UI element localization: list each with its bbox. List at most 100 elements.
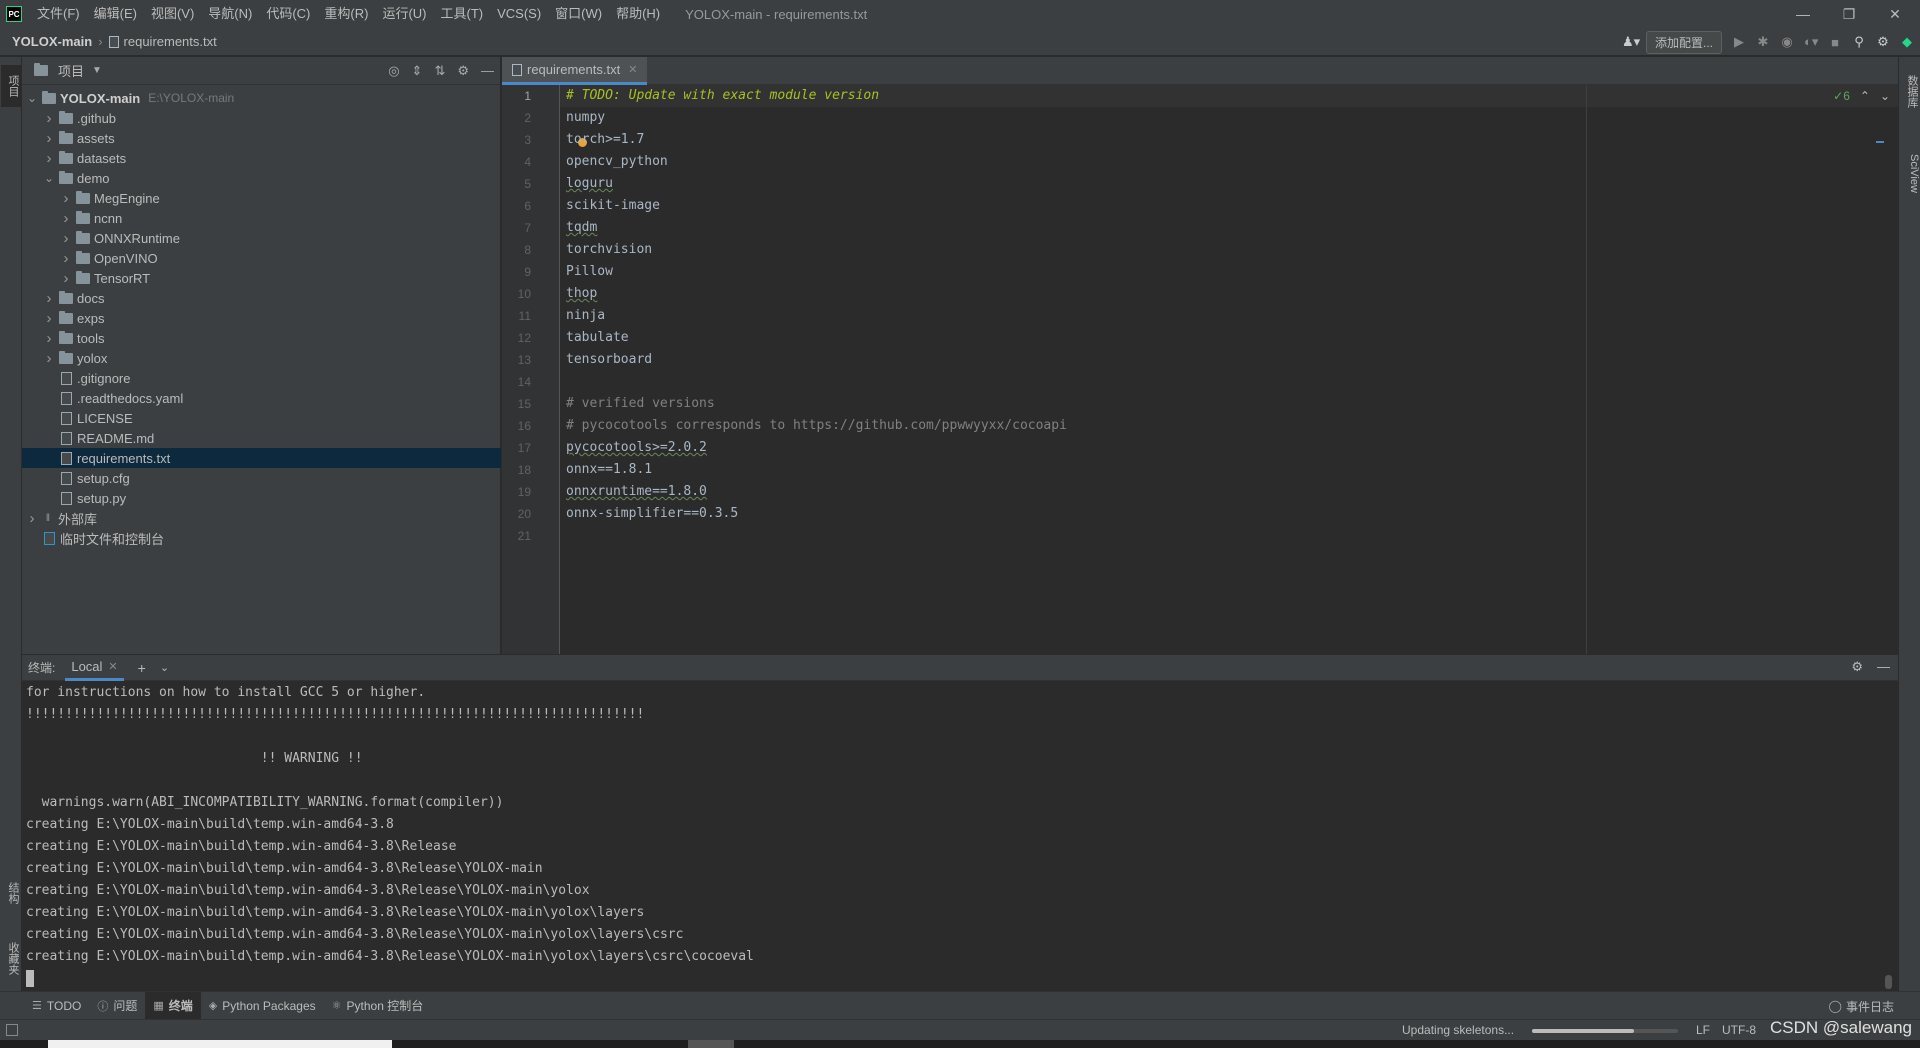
event-log-button[interactable]: ◯ 事件日志: [1829, 992, 1894, 1020]
tree-item[interactable]: › TensorRT: [22, 268, 501, 288]
tree-item[interactable]: › yolox: [22, 348, 501, 368]
search-icon[interactable]: ⚲: [1852, 34, 1866, 50]
code-line[interactable]: pycocotools>=2.0.2: [566, 437, 707, 459]
menu-vcs[interactable]: VCS(S): [490, 0, 548, 28]
code-line[interactable]: onnx==1.8.1: [566, 459, 652, 481]
strip-tab-structure[interactable]: 结构: [1, 873, 21, 913]
chevron-right-icon[interactable]: ›: [60, 250, 72, 267]
background-task-status[interactable]: Updating skeletons...: [1402, 1023, 1514, 1037]
tree-item[interactable]: › ONNXRuntime: [22, 228, 501, 248]
encoding-widget[interactable]: UTF-8: [1722, 1023, 1756, 1037]
menu-tools[interactable]: 工具(T): [433, 0, 490, 28]
tree-item[interactable]: › docs: [22, 288, 501, 308]
menu-help[interactable]: 帮助(H): [609, 0, 667, 28]
code-line[interactable]: loguru: [566, 173, 613, 195]
code-line[interactable]: # pycocotools corresponds to https://git…: [566, 415, 1067, 437]
menu-file[interactable]: 文件(F): [30, 0, 87, 28]
code-line[interactable]: onnxruntime==1.8.0: [566, 481, 707, 503]
collapse-all-icon[interactable]: ⇅: [434, 63, 445, 79]
tool-tab-terminal[interactable]: ▦ 终端: [145, 991, 201, 1020]
chevron-down-icon[interactable]: ⌄: [160, 661, 169, 674]
tree-item[interactable]: .gitignore: [22, 368, 501, 388]
tree-item[interactable]: 临时文件和控制台: [22, 528, 501, 548]
tree-item[interactable]: README.md: [22, 428, 501, 448]
tool-tab-todo[interactable]: ☰ TODO: [24, 992, 89, 1020]
tree-root[interactable]: ⌄ YOLOX-main E:\YOLOX-main: [22, 88, 501, 108]
editor-tab-requirements[interactable]: requirements.txt ✕: [502, 57, 648, 85]
chevron-right-icon[interactable]: ›: [43, 330, 55, 347]
strip-tab-database[interactable]: 数据库: [1900, 65, 1920, 117]
expand-all-icon[interactable]: ⇕: [412, 63, 423, 79]
menu-edit[interactable]: 编辑(E): [87, 0, 144, 28]
locate-icon[interactable]: ◎: [388, 63, 399, 79]
terminal-scrollbar[interactable]: [1885, 975, 1892, 989]
tree-item[interactable]: › tools: [22, 328, 501, 348]
code-area[interactable]: # TODO: Update with exact module version…: [560, 85, 1898, 654]
code-line[interactable]: # verified versions: [566, 393, 715, 415]
tree-item[interactable]: › ncnn: [22, 208, 501, 228]
tree-item[interactable]: › ‖ 外部库: [22, 508, 501, 528]
chevron-right-icon[interactable]: ›: [60, 270, 72, 287]
chevron-down-icon[interactable]: ▼: [92, 65, 102, 76]
stop-icon[interactable]: ■: [1828, 35, 1842, 50]
editor-scrollbar[interactable]: [1876, 85, 1884, 654]
tree-item[interactable]: › MegEngine: [22, 188, 501, 208]
profile-icon[interactable]: ◐▾: [1804, 34, 1818, 50]
chevron-right-icon[interactable]: ›: [43, 110, 55, 127]
gear-icon[interactable]: ⚙: [1851, 659, 1863, 675]
close-tab-icon[interactable]: ✕: [628, 63, 637, 76]
close-tab-icon[interactable]: ✕: [108, 660, 117, 673]
chevron-right-icon[interactable]: ›: [43, 150, 55, 167]
strip-tab-favorites[interactable]: 收藏夹: [1, 933, 21, 983]
tool-tab-python-console[interactable]: ⚛ Python 控制台: [324, 992, 432, 1020]
code-line[interactable]: opencv_python: [566, 151, 668, 173]
add-configuration-button[interactable]: 添加配置...: [1645, 30, 1722, 54]
strip-tab-sciview[interactable]: SciView: [1900, 137, 1920, 209]
tree-item[interactable]: › .github: [22, 108, 501, 128]
menu-view[interactable]: 视图(V): [144, 0, 201, 28]
menu-navigate[interactable]: 导航(N): [201, 0, 259, 28]
user-icon[interactable]: ♟▾: [1622, 34, 1640, 50]
chevron-down-icon[interactable]: ⌄: [43, 171, 55, 185]
gear-icon[interactable]: ⚙: [457, 63, 469, 79]
layout-icon[interactable]: [6, 1024, 18, 1036]
chevron-right-icon[interactable]: ›: [43, 350, 55, 367]
tree-item[interactable]: setup.cfg: [22, 468, 501, 488]
tool-tab-python-packages[interactable]: ◈ Python Packages: [201, 992, 324, 1020]
tree-item[interactable]: › exps: [22, 308, 501, 328]
tree-item[interactable]: ⌄ demo: [22, 168, 501, 188]
menu-code[interactable]: 代码(C): [259, 0, 317, 28]
code-line[interactable]: # TODO: Update with exact module version: [566, 85, 879, 107]
chevron-down-icon[interactable]: ⌄: [26, 91, 38, 105]
tree-item[interactable]: › assets: [22, 128, 501, 148]
hide-icon[interactable]: —: [481, 63, 494, 79]
tree-item[interactable]: .readthedocs.yaml: [22, 388, 501, 408]
line-separator-widget[interactable]: LF: [1696, 1023, 1710, 1037]
chevron-right-icon[interactable]: ›: [43, 130, 55, 147]
chevron-right-icon[interactable]: ›: [60, 230, 72, 247]
coverage-icon[interactable]: ◉: [1780, 34, 1794, 50]
code-line[interactable]: torch>=1.7: [566, 129, 644, 151]
code-line[interactable]: torchvision: [566, 239, 652, 261]
tree-item[interactable]: › datasets: [22, 148, 501, 168]
project-panel-title[interactable]: 项目: [58, 61, 84, 80]
tree-item[interactable]: setup.py: [22, 488, 501, 508]
chevron-right-icon[interactable]: ›: [60, 210, 72, 227]
jetbrains-logo-icon[interactable]: ◆: [1900, 34, 1914, 50]
code-line[interactable]: tensorboard: [566, 349, 652, 371]
chevron-right-icon[interactable]: ›: [43, 310, 55, 327]
settings-icon[interactable]: ⚙: [1876, 34, 1890, 50]
close-icon[interactable]: ✕: [1872, 0, 1918, 28]
breadcrumb-project[interactable]: YOLOX-main: [12, 34, 92, 49]
previous-highlight-icon[interactable]: ⌃: [1860, 89, 1870, 103]
code-line[interactable]: tqdm: [566, 217, 597, 239]
code-line[interactable]: tabulate: [566, 327, 629, 349]
strip-tab-project[interactable]: 项目: [1, 65, 21, 107]
hide-icon[interactable]: —: [1877, 659, 1890, 675]
code-line[interactable]: Pillow: [566, 261, 613, 283]
minimize-icon[interactable]: —: [1780, 0, 1826, 28]
debug-icon[interactable]: ✱: [1756, 34, 1770, 50]
breadcrumb-file[interactable]: requirements.txt: [124, 34, 217, 49]
terminal-tab-local[interactable]: Local ✕: [65, 655, 124, 681]
code-line[interactable]: numpy: [566, 107, 605, 129]
